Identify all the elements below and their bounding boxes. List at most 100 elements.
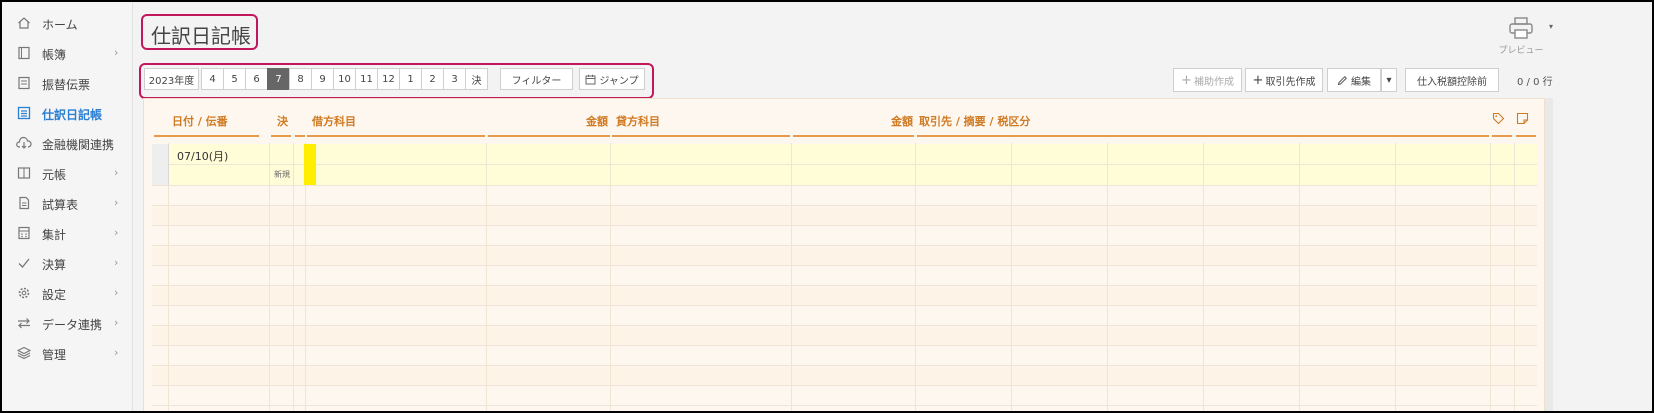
month-button[interactable]: 12 bbox=[377, 68, 400, 90]
calculator-icon bbox=[16, 225, 32, 241]
month-button[interactable]: 10 bbox=[333, 68, 356, 90]
table-row[interactable] bbox=[152, 365, 1537, 385]
sidebar-item-ledger[interactable]: 元帳 › bbox=[2, 159, 132, 187]
row-divider bbox=[152, 265, 1537, 266]
edit-button[interactable]: 編集 bbox=[1327, 68, 1381, 92]
fiscal-year-button[interactable]: 2023年度 bbox=[144, 68, 199, 90]
columns-icon bbox=[16, 165, 32, 181]
sidebar-item-aggregate[interactable]: 集計 › bbox=[2, 219, 132, 247]
partner-create-button[interactable]: + 取引先作成 bbox=[1245, 68, 1323, 92]
printer-icon bbox=[1508, 16, 1534, 43]
sidebar-item-closing[interactable]: 決算 › bbox=[2, 249, 132, 277]
sidebar-item-label: 振替伝票 bbox=[42, 78, 91, 92]
preview-button[interactable]: プレビュー bbox=[1496, 12, 1546, 58]
month-button[interactable]: 2 bbox=[421, 68, 444, 90]
gear-icon bbox=[16, 285, 32, 301]
header-underline bbox=[154, 135, 259, 137]
chevron-right-icon: › bbox=[114, 286, 119, 299]
check-icon bbox=[16, 255, 32, 271]
filter-button[interactable]: フィルター bbox=[500, 68, 573, 90]
preview-menu-caret[interactable]: ▾ bbox=[1549, 22, 1553, 31]
sidebar-item-books[interactable]: 帳簿 › bbox=[2, 39, 132, 67]
column-divider bbox=[915, 143, 916, 411]
row-divider bbox=[152, 345, 1537, 346]
column-divider bbox=[486, 143, 487, 411]
jump-button[interactable]: ジャンプ bbox=[579, 68, 645, 90]
sidebar-item-label: 金融機関連携 bbox=[42, 138, 115, 152]
sidebar-item-label: 仕訳日記帳 bbox=[42, 108, 103, 122]
cloud-download-icon bbox=[16, 135, 32, 151]
sidebar-item-trial-balance[interactable]: 試算表 › bbox=[2, 189, 132, 217]
sidebar-item-admin[interactable]: 管理 › bbox=[2, 339, 132, 367]
book-icon bbox=[16, 45, 32, 61]
sidebar-item-transfer-voucher[interactable]: 振替伝票 bbox=[2, 69, 132, 97]
table-row[interactable] bbox=[152, 245, 1537, 265]
note-icon[interactable] bbox=[1516, 112, 1529, 128]
sidebar-item-home[interactable]: ホーム bbox=[2, 9, 132, 37]
layers-icon bbox=[16, 345, 32, 361]
calendar-icon bbox=[585, 74, 596, 85]
row-divider bbox=[152, 305, 1537, 306]
table-row[interactable] bbox=[152, 205, 1537, 225]
document-icon bbox=[16, 195, 32, 211]
month-button[interactable]: 6 bbox=[245, 68, 268, 90]
tag-icon[interactable] bbox=[1492, 112, 1505, 128]
row-divider bbox=[152, 164, 1537, 165]
row-count: 0 / 0 行 bbox=[1517, 77, 1553, 88]
chevron-right-icon: › bbox=[114, 46, 119, 59]
tax-deduction-toggle[interactable]: 仕入税額控除前 bbox=[1405, 68, 1499, 92]
chevron-right-icon: › bbox=[114, 256, 119, 269]
header-debit-account: 借方科目 bbox=[312, 115, 356, 128]
title-highlight: 仕訳日記帳 bbox=[141, 14, 258, 50]
row-divider bbox=[152, 245, 1537, 246]
row-divider bbox=[152, 225, 1537, 226]
column-divider bbox=[1514, 143, 1515, 411]
month-button[interactable]: 9 bbox=[311, 68, 334, 90]
vertical-scrollbar[interactable] bbox=[1545, 98, 1553, 411]
page-title: 仕訳日記帳 bbox=[151, 24, 251, 48]
month-button-closing[interactable]: 決 bbox=[465, 68, 488, 90]
month-button[interactable]: 11 bbox=[355, 68, 378, 90]
sub-account-create-button[interactable]: + 補助作成 bbox=[1173, 68, 1242, 92]
month-button-selected[interactable]: 7 bbox=[267, 68, 290, 90]
journal-entry-row[interactable] bbox=[152, 144, 1537, 165]
column-divider bbox=[293, 143, 294, 411]
sidebar-item-data-link[interactable]: データ連携 › bbox=[2, 309, 132, 337]
column-divider bbox=[1490, 143, 1491, 411]
journal-entry-subrow[interactable] bbox=[152, 165, 1537, 185]
entry-date[interactable]: 07/10(月) bbox=[177, 148, 228, 164]
column-divider bbox=[1203, 143, 1204, 411]
entry-new-badge: 新規 bbox=[274, 170, 290, 179]
row-divider bbox=[152, 205, 1537, 206]
app-window: ホーム 帳簿 › 振替伝票 仕訳日記帳 金融機関連携 元帳 › 試算表 › 集計… bbox=[0, 0, 1654, 413]
sidebar-item-label: 帳簿 bbox=[42, 48, 67, 62]
column-divider bbox=[1107, 143, 1108, 411]
sidebar-item-label: データ連携 bbox=[42, 318, 103, 332]
edit-menu-caret[interactable]: ▾ bbox=[1381, 68, 1397, 92]
month-button[interactable]: 1 bbox=[399, 68, 422, 90]
column-divider bbox=[1395, 143, 1396, 411]
jump-label: ジャンプ bbox=[599, 75, 639, 87]
sidebar-item-settings[interactable]: 設定 › bbox=[2, 279, 132, 307]
swap-icon bbox=[16, 315, 32, 331]
column-divider bbox=[1011, 143, 1012, 411]
table-row[interactable] bbox=[152, 325, 1537, 345]
month-button[interactable]: 8 bbox=[289, 68, 312, 90]
sidebar-item-label: 元帳 bbox=[42, 168, 67, 182]
sidebar-item-journal[interactable]: 仕訳日記帳 bbox=[2, 99, 132, 127]
main-content: 仕訳日記帳 プレビュー ▾ 2023年度 4 5 6 7 8 9 10 11 1… bbox=[133, 2, 1652, 411]
edit-label: 編集 bbox=[1351, 76, 1371, 88]
month-button[interactable]: 4 bbox=[201, 68, 224, 90]
row-selector[interactable] bbox=[152, 144, 169, 185]
column-divider bbox=[610, 143, 611, 411]
chevron-right-icon: › bbox=[114, 166, 119, 179]
list-icon bbox=[16, 105, 32, 121]
sidebar: ホーム 帳簿 › 振替伝票 仕訳日記帳 金融機関連携 元帳 › 試算表 › 集計… bbox=[2, 2, 133, 411]
month-button[interactable]: 5 bbox=[223, 68, 246, 90]
plus-icon: + bbox=[1252, 72, 1264, 88]
sidebar-item-label: 決算 bbox=[42, 258, 67, 272]
month-button[interactable]: 3 bbox=[443, 68, 466, 90]
sidebar-item-bank-sync[interactable]: 金融機関連携 bbox=[2, 129, 132, 157]
table-row[interactable] bbox=[152, 285, 1537, 305]
sidebar-item-label: 設定 bbox=[42, 288, 67, 302]
